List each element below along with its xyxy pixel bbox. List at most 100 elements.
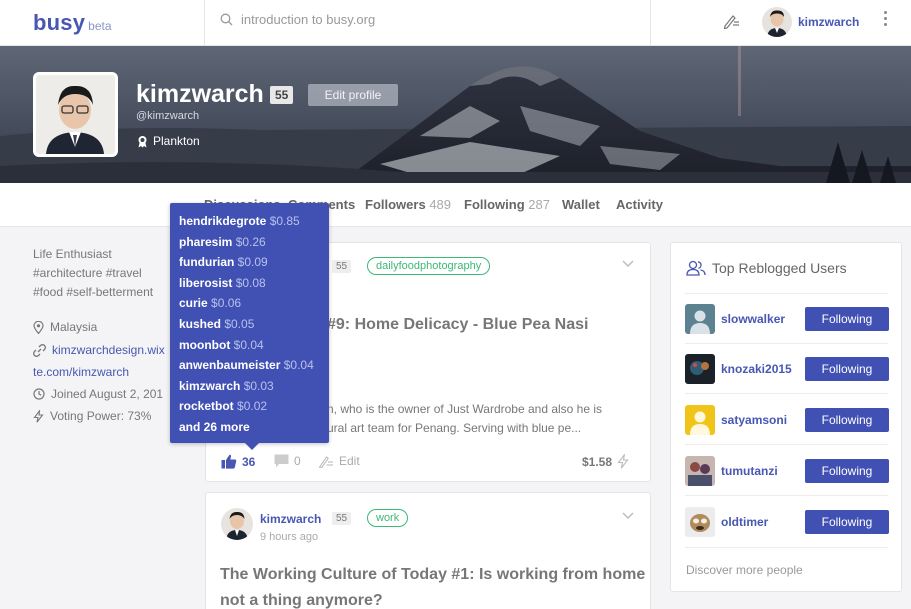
post-payout[interactable]: $1.58 xyxy=(582,454,634,469)
post-excerpt[interactable]: n, who is the owner of Just Wardrobe and… xyxy=(327,400,602,419)
users-icon xyxy=(686,260,706,276)
voter-name: anwenbaumeister xyxy=(179,358,281,373)
user-name[interactable]: knozaki2015 xyxy=(721,362,792,376)
author-avatar[interactable] xyxy=(221,508,253,540)
link-icon xyxy=(33,343,46,357)
following-button[interactable]: Following xyxy=(805,459,889,483)
user-avatar[interactable] xyxy=(685,456,715,486)
post-title[interactable]: #9: Home Delicacy - Blue Pea Nasi xyxy=(327,313,588,337)
voter-item[interactable]: liberosist $0.08 xyxy=(179,273,320,294)
edit-profile-button[interactable]: Edit profile xyxy=(308,84,398,106)
user-name[interactable]: oldtimer xyxy=(721,515,768,529)
voter-item[interactable]: anwenbaumeister $0.04 xyxy=(179,355,320,376)
panel-title-text: Top Reblogged Users xyxy=(712,260,847,276)
tab-followers[interactable]: Followers 489 xyxy=(365,197,451,212)
lightning-icon xyxy=(617,454,629,469)
comment-count: 0 xyxy=(294,454,301,468)
search-input[interactable]: introduction to busy.org xyxy=(220,12,375,27)
profile-name: kimzwarch xyxy=(136,80,264,108)
voter-item[interactable]: moonbot $0.04 xyxy=(179,335,320,356)
location-text: Malaysia xyxy=(50,320,98,334)
voter-amount: $0.04 xyxy=(283,358,314,373)
lightning-icon xyxy=(33,409,44,423)
voter-item[interactable]: rocketbot $0.02 xyxy=(179,396,320,417)
comments-button[interactable]: 0 xyxy=(274,454,301,468)
website-link[interactable]: kimzwarchdesign.wix xyxy=(52,343,165,357)
comment-icon xyxy=(274,454,289,468)
following-button[interactable]: Following xyxy=(805,307,889,331)
website-link-continued[interactable]: te.com/kimzwarch xyxy=(33,365,129,379)
profile-tabs: Discussions Comments Followers 489 Follo… xyxy=(0,183,911,227)
chevron-down-icon[interactable] xyxy=(622,260,634,268)
post-tag[interactable]: dailyfoodphotography xyxy=(367,257,491,275)
voter-name: pharesim xyxy=(179,234,233,249)
edit-post-button[interactable]: Edit xyxy=(318,454,360,468)
user-avatar[interactable] xyxy=(762,7,792,37)
logo-text: busy xyxy=(33,10,86,35)
following-count: 287 xyxy=(528,197,550,212)
voter-name: liberosist xyxy=(179,275,233,290)
user-avatar[interactable] xyxy=(685,354,715,384)
voter-item[interactable]: curie $0.06 xyxy=(179,293,320,314)
voter-item[interactable]: kimzwarch $0.03 xyxy=(179,376,320,397)
upvote-count: 36 xyxy=(242,454,256,469)
user-name[interactable]: slowwalker xyxy=(721,312,785,326)
post-title[interactable]: not a thing anymore? xyxy=(220,589,383,609)
tab-activity[interactable]: Activity xyxy=(616,197,663,212)
top-navbar: busy beta introduction to busy.org kimzw… xyxy=(0,0,911,46)
author-name[interactable]: kimzwarch xyxy=(260,512,321,526)
user-name[interactable]: tumutanzi xyxy=(721,464,778,478)
following-button[interactable]: Following xyxy=(805,510,889,534)
voter-item[interactable]: pharesim $0.26 xyxy=(179,232,320,253)
voting-power-text: Voting Power: 73% xyxy=(50,409,152,423)
user-row: tumutanzi Following xyxy=(685,456,890,486)
tab-wallet[interactable]: Wallet xyxy=(562,197,600,212)
voter-item[interactable]: fundurian $0.09 xyxy=(179,252,320,273)
voter-item[interactable]: kushed $0.05 xyxy=(179,314,320,335)
website-continued[interactable]: te.com/kimzwarch xyxy=(33,365,129,379)
followers-count: 489 xyxy=(429,197,452,212)
user-avatar[interactable] xyxy=(685,405,715,435)
post-title[interactable]: The Working Culture of Today #1: Is work… xyxy=(220,563,645,587)
voter-amount: $0.06 xyxy=(211,296,242,311)
divider xyxy=(650,0,651,46)
profile-handle: @kimzwarch xyxy=(136,110,200,122)
panel-title: Top Reblogged Users xyxy=(686,260,847,276)
discover-more-link[interactable]: Discover more people xyxy=(686,563,803,577)
post-tag[interactable]: work xyxy=(367,509,409,527)
tab-followers-label: Followers xyxy=(365,197,426,212)
voter-item[interactable]: hendrikdegrote $0.85 xyxy=(179,211,320,232)
upvote-button[interactable]: 36 xyxy=(221,454,255,469)
busy-logo[interactable]: busy beta xyxy=(33,10,112,36)
following-button[interactable]: Following xyxy=(805,408,889,432)
bio-line: #food #self-betterment xyxy=(33,285,154,299)
website[interactable]: kimzwarchdesign.wix xyxy=(33,343,165,357)
location-pin-icon xyxy=(33,320,44,334)
chevron-down-icon[interactable] xyxy=(622,512,634,520)
rank-badge-icon xyxy=(138,135,147,147)
post-card[interactable]: kimzwarch 55 work 9 hours ago The Workin… xyxy=(205,492,651,609)
profile-avatar xyxy=(33,72,118,157)
voter-amount: $0.85 xyxy=(269,214,300,228)
search-value: introduction to busy.org xyxy=(241,12,376,27)
tab-following[interactable]: Following 287 xyxy=(464,197,550,212)
more-menu-icon[interactable] xyxy=(884,11,887,26)
more-voters-link[interactable]: and 26 more xyxy=(179,417,320,438)
thumbs-up-icon xyxy=(221,454,237,469)
joined-text: Joined August 2, 201 xyxy=(51,387,164,401)
user-avatar[interactable] xyxy=(685,507,715,537)
tooltip-arrow xyxy=(245,443,259,450)
user-name[interactable]: satyamsoni xyxy=(721,413,787,427)
logo-beta-label: beta xyxy=(88,19,112,33)
username-link[interactable]: kimzwarch xyxy=(798,15,859,29)
post-timestamp[interactable]: 9 hours ago xyxy=(260,531,318,543)
divider xyxy=(685,547,888,548)
write-post-icon[interactable] xyxy=(722,12,740,30)
divider xyxy=(685,444,888,445)
voter-name: kimzwarch xyxy=(179,378,241,393)
author-reputation: 55 xyxy=(332,512,352,525)
post-excerpt[interactable]: ural art team for Penang. Serving with b… xyxy=(327,419,581,438)
following-button[interactable]: Following xyxy=(805,357,889,381)
user-avatar[interactable] xyxy=(685,304,715,334)
voter-name: rocketbot xyxy=(179,399,234,414)
